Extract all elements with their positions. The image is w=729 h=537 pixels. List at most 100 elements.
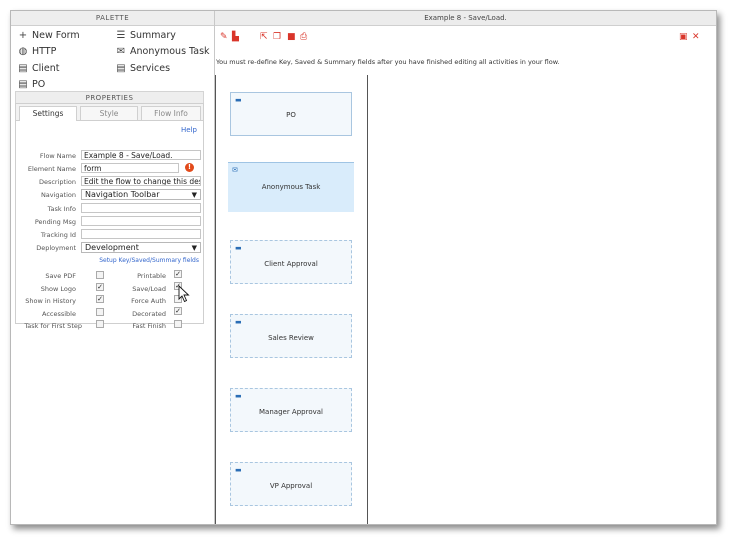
printable-label: Printable (137, 272, 166, 280)
left-panel: PALETTE + New Form ◍ HTTP ▤ Client ▤ PO ☰ Sum… (11, 11, 215, 524)
dropdown-arrow-icon: ▼ (191, 244, 197, 252)
form-icon: ▬ (235, 466, 242, 474)
warning-icon: ! (185, 163, 194, 172)
globe-icon: ◍ (18, 46, 28, 57)
form-icon: ▤ (18, 79, 28, 90)
palette-anonymous-task[interactable]: ✉ Anonymous Task (115, 45, 210, 59)
tab-flow-info[interactable]: Flow Info (141, 106, 201, 120)
palette-item-label: Services (130, 63, 171, 74)
palette-services[interactable]: ▤ Services (115, 62, 170, 76)
palette-summary[interactable]: ☰ Summary (115, 29, 176, 43)
palette-http[interactable]: ◍ HTTP (17, 45, 57, 59)
print-icon[interactable]: ⎙ (300, 32, 307, 42)
save-pdf-label: Save PDF (45, 272, 76, 280)
flow-node-manager-approval[interactable]: ▬ Manager Approval (230, 388, 352, 432)
palette-item-label: PO (32, 79, 46, 90)
pending-msg-input[interactable] (81, 216, 201, 226)
task-for-first-step-label: Task for First Step (24, 322, 82, 330)
show-logo-checkbox[interactable]: ✓ (96, 283, 104, 291)
canvas-title: Example 8 - Save/Load. (215, 11, 716, 26)
deployment-select[interactable]: Development ▼ (81, 242, 201, 253)
decorated-checkbox[interactable]: ✓ (174, 307, 182, 315)
tab-settings[interactable]: Settings (19, 106, 77, 121)
form-icon: ▬ (235, 318, 242, 326)
app-window: PALETTE + New Form ◍ HTTP ▤ Client ▤ PO ☰ Sum… (10, 10, 717, 525)
edit-pencil-icon[interactable]: ✎ (220, 32, 228, 42)
tracking-id-input[interactable] (81, 229, 201, 239)
palette-item-label: Summary (130, 30, 176, 41)
save-load-label: Save/Load (132, 285, 166, 293)
flow-node-vp-approval[interactable]: ▬ VP Approval (230, 462, 352, 506)
notice-text: You must re-define Key, Saved & Summary … (216, 58, 560, 66)
task-for-first-step-checkbox[interactable] (96, 320, 104, 328)
node-label: VP Approval (269, 482, 313, 490)
palette-new-form[interactable]: + New Form (17, 29, 80, 43)
copy-icon[interactable]: ❐ (273, 32, 281, 42)
palette-item-label: Anonymous Task (130, 46, 210, 57)
flow-node-po[interactable]: ▬ PO (230, 92, 352, 136)
form-icon: ▬ (235, 392, 242, 400)
dropdown-arrow-icon: ▼ (191, 191, 197, 199)
node-label: PO (286, 111, 296, 119)
force-auth-label: Force Auth (131, 297, 166, 305)
element-name-input[interactable]: form (81, 163, 179, 173)
deployment-label: Deployment (36, 244, 76, 252)
show-in-history-checkbox[interactable]: ✓ (96, 295, 104, 303)
show-in-history-label: Show in History (25, 297, 76, 305)
properties-tabs: Settings Style Flow Info (16, 104, 203, 121)
save-pdf-checkbox[interactable] (96, 271, 104, 279)
accessible-label: Accessible (42, 310, 76, 318)
palette-po[interactable]: ▤ PO (17, 78, 45, 92)
close-icon[interactable]: ✕ (692, 32, 700, 42)
flow-lane: ▬ PO ✉ Anonymous Task ▬ Client Approval … (215, 75, 368, 524)
description-label: Description (38, 178, 76, 186)
form-icon: ▬ (235, 244, 242, 252)
flow-name-input[interactable]: Example 8 - Save/Load. (81, 150, 201, 160)
palette-item-label: Client (32, 63, 60, 74)
node-label: Client Approval (264, 260, 318, 268)
flow-node-client-approval[interactable]: ▬ Client Approval (230, 240, 352, 284)
node-label: Manager Approval (259, 408, 323, 416)
tracking-id-label: Tracking Id (40, 231, 76, 239)
save-icon[interactable]: ▣ (679, 32, 688, 42)
fast-finish-label: Fast Finish (132, 322, 166, 330)
deployment-select-value: Development (85, 243, 139, 252)
flow-node-anonymous-task[interactable]: ✉ Anonymous Task (228, 162, 354, 212)
navigation-select-value: Navigation Toolbar (85, 190, 160, 199)
navigation-select[interactable]: Navigation Toolbar ▼ (81, 189, 201, 200)
description-input[interactable]: Edit the flow to change this descrip (81, 176, 201, 186)
palette-client[interactable]: ▤ Client (17, 62, 60, 76)
new-document-icon[interactable]: ▙ (232, 32, 239, 42)
fast-finish-checkbox[interactable] (174, 320, 182, 328)
task-info-input[interactable] (81, 203, 201, 213)
envelope-icon: ✉ (232, 166, 238, 174)
decorated-label: Decorated (132, 310, 166, 318)
task-info-label: Task Info (47, 205, 76, 213)
printable-checkbox[interactable]: ✓ (174, 270, 182, 278)
setup-fields-link[interactable]: Setup Key/Saved/Summary fields (99, 257, 199, 264)
element-name-label: Element Name (27, 165, 76, 173)
flow-name-label: Flow Name (39, 152, 76, 160)
form-icon: ▤ (18, 63, 28, 74)
mouse-cursor-icon (178, 285, 190, 303)
navigation-label: Navigation (40, 191, 76, 199)
properties-panel: Settings Style Flow Info Help Flow Name … (15, 103, 204, 330)
form-icon: ▬ (235, 96, 242, 104)
tab-style[interactable]: Style (80, 106, 138, 120)
node-label: Sales Review (268, 334, 314, 342)
envelope-icon: ✉ (116, 46, 126, 57)
external-link-icon[interactable]: ⇱ (260, 32, 268, 42)
flow-node-sales-review[interactable]: ▬ Sales Review (230, 314, 352, 358)
palette-item-label: New Form (32, 30, 80, 41)
palette-header: PALETTE (11, 11, 214, 26)
palette-item-label: HTTP (32, 46, 57, 57)
accessible-checkbox[interactable] (96, 308, 104, 316)
show-logo-label: Show Logo (40, 285, 76, 293)
pending-msg-label: Pending Msg (34, 218, 76, 226)
help-link[interactable]: Help (181, 126, 197, 134)
plus-icon: + (18, 30, 28, 41)
node-label: Anonymous Task (261, 183, 321, 191)
list-icon: ☰ (116, 30, 126, 41)
lock-icon[interactable]: ■ (287, 32, 296, 42)
form-icon: ▤ (116, 63, 126, 74)
